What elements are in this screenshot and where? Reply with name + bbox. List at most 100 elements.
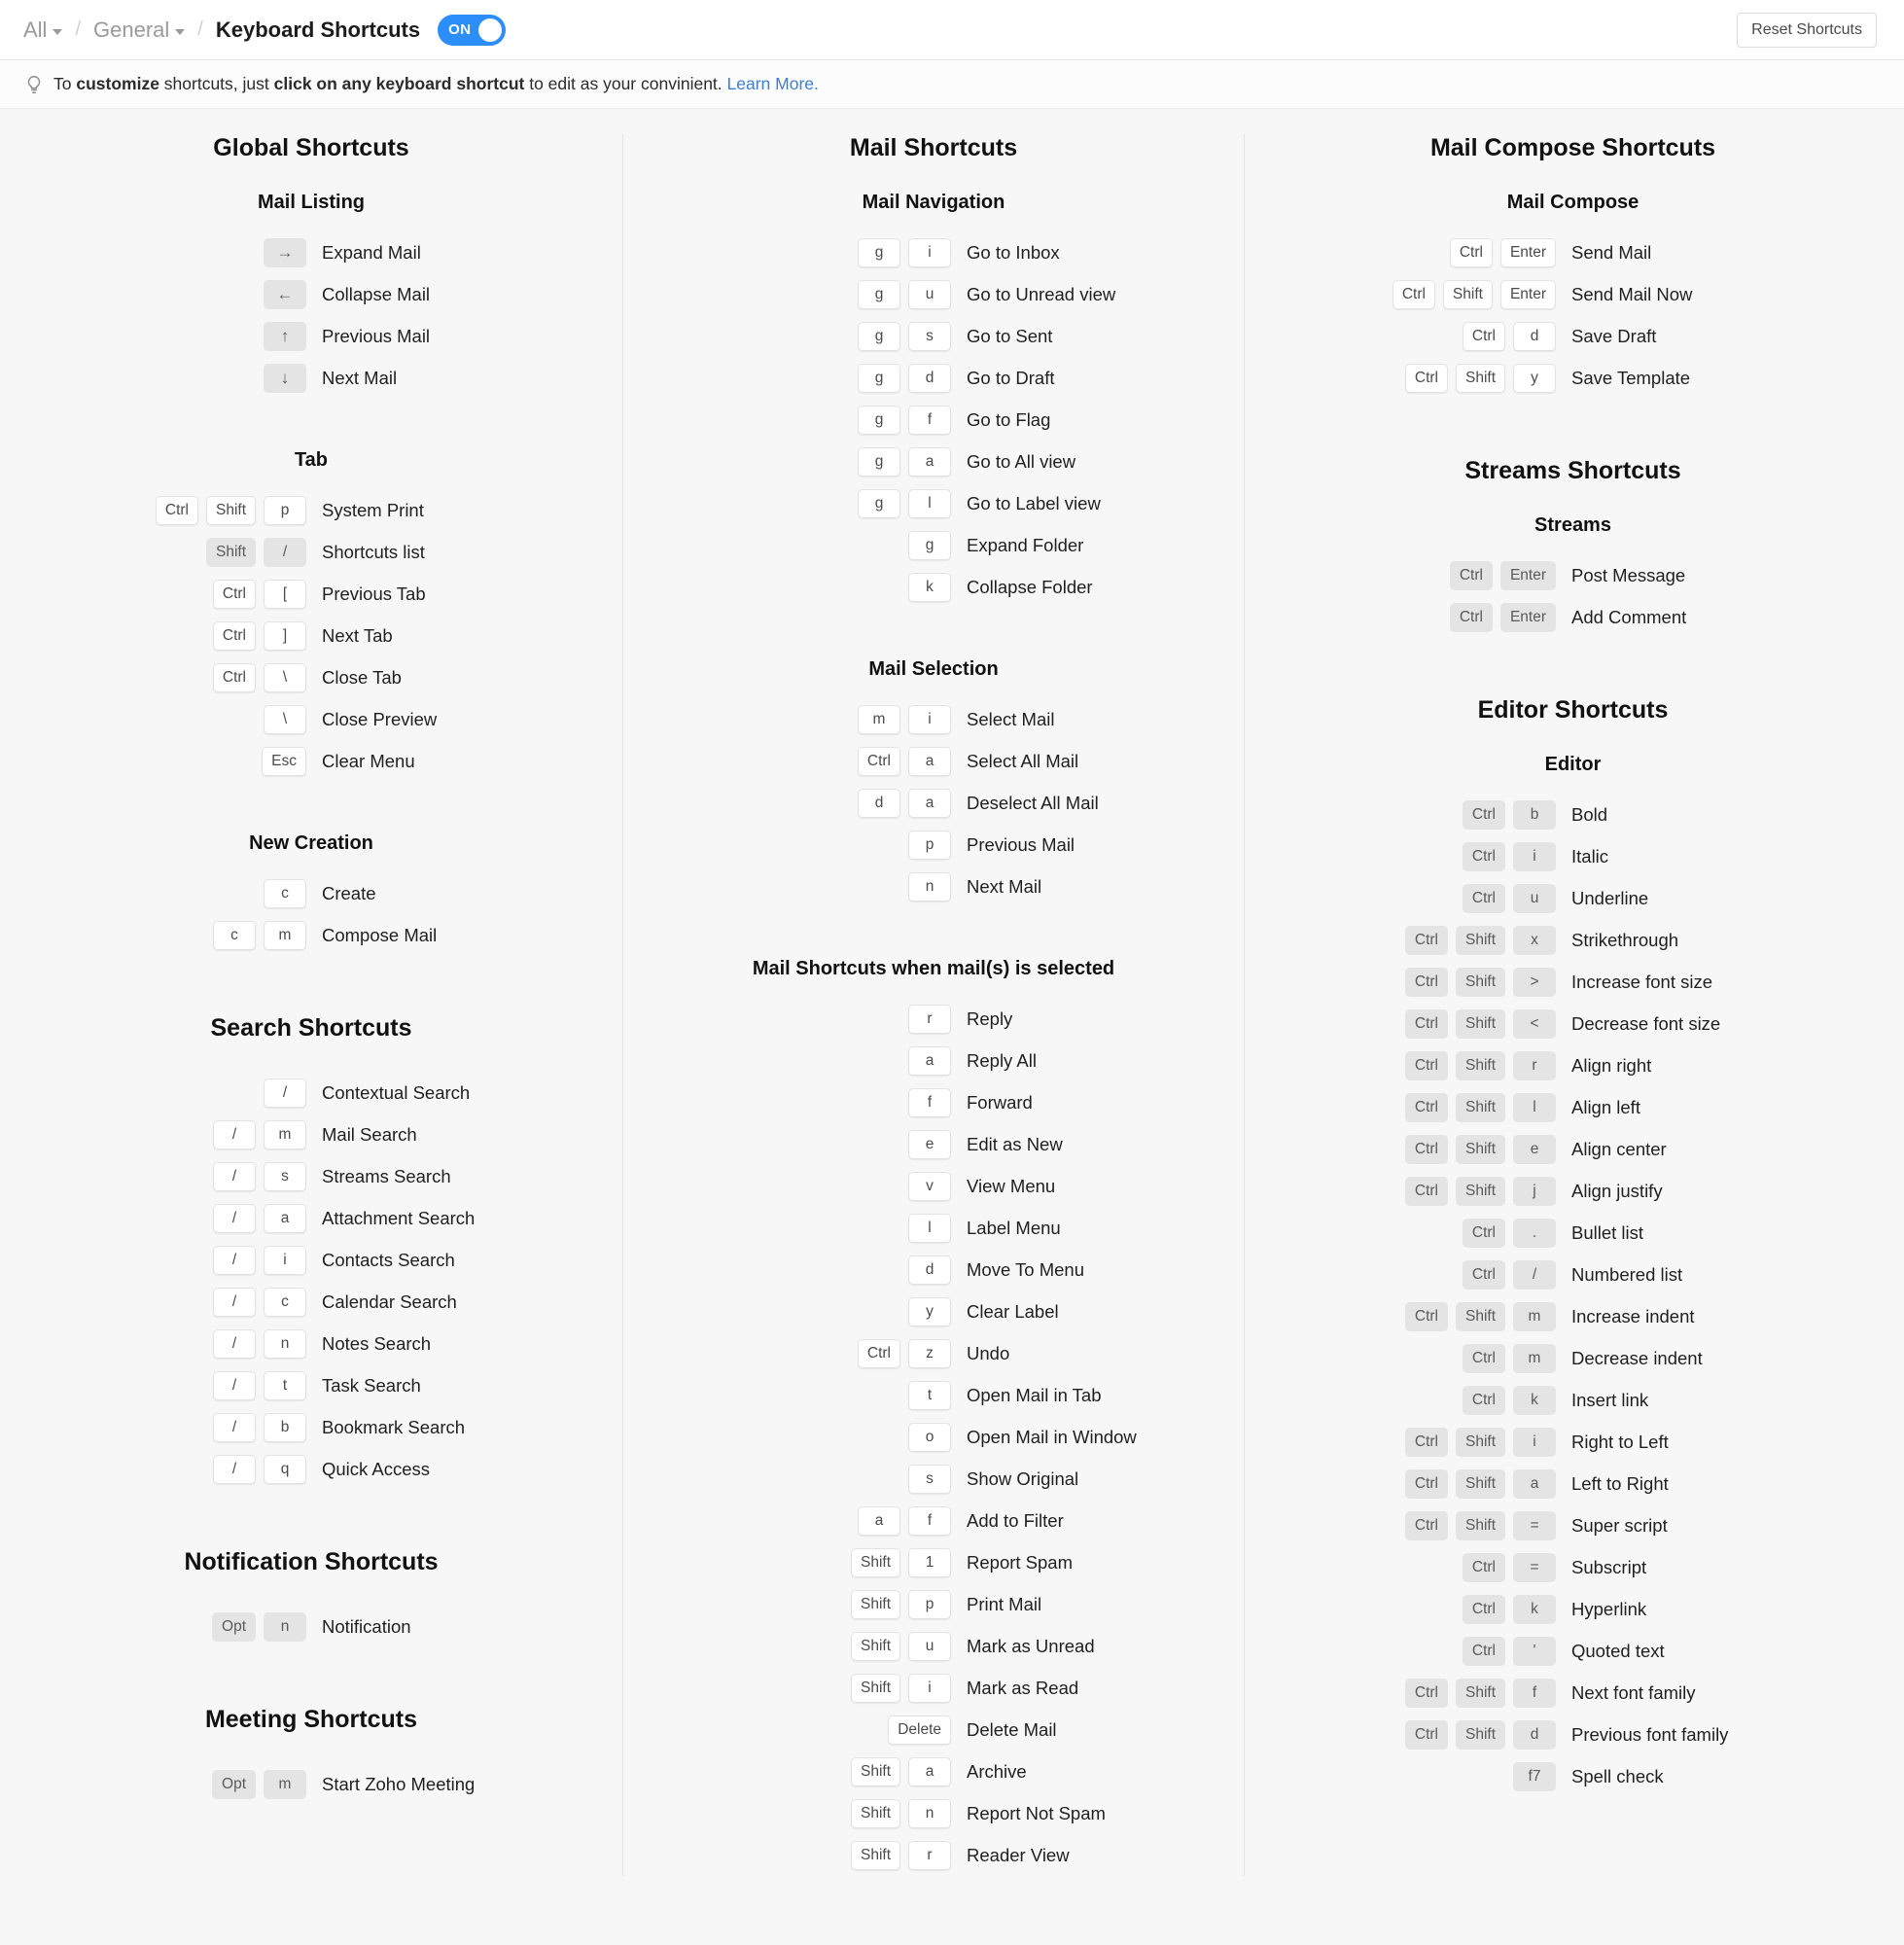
- shortcut-key-combo[interactable]: Ctrl ': [1381, 1636, 1556, 1666]
- shortcut-key[interactable]: Enter: [1499, 602, 1556, 632]
- shortcut-key-combo[interactable]: Ctrl Enter: [1381, 560, 1556, 590]
- shortcut-key-combo[interactable]: / t: [131, 1370, 306, 1400]
- shortcut-key[interactable]: Ctrl: [1404, 1050, 1448, 1080]
- shortcut-key[interactable]: f: [1513, 1678, 1556, 1708]
- shortcut-key[interactable]: Ctrl: [1404, 1719, 1448, 1750]
- shortcut-key[interactable]: f7: [1513, 1761, 1556, 1791]
- shortcut-key[interactable]: Shift: [1455, 1678, 1505, 1708]
- shortcut-key[interactable]: l: [908, 1213, 951, 1243]
- shortcut-key[interactable]: Shift: [205, 495, 256, 525]
- shortcut-key[interactable]: Shift: [1455, 1092, 1505, 1122]
- shortcut-key[interactable]: Enter: [1499, 237, 1556, 267]
- shortcut-key[interactable]: Ctrl: [155, 495, 198, 525]
- shortcut-key-combo[interactable]: e: [795, 1129, 951, 1159]
- shortcut-key[interactable]: 1: [908, 1547, 951, 1577]
- shortcut-key[interactable]: Ctrl: [1462, 841, 1505, 871]
- shortcut-key-combo[interactable]: Ctrl Shift <: [1381, 1008, 1556, 1039]
- shortcut-key[interactable]: e: [908, 1129, 951, 1159]
- shortcut-key[interactable]: Ctrl: [1462, 1218, 1505, 1248]
- shortcut-key[interactable]: a: [858, 1505, 900, 1536]
- shortcut-key-combo[interactable]: Ctrl [: [131, 579, 306, 609]
- shortcut-key[interactable]: Shift: [1442, 279, 1493, 309]
- shortcut-key[interactable]: c: [213, 920, 256, 950]
- learn-more-link[interactable]: Learn More.: [727, 74, 819, 94]
- shortcut-key[interactable]: g: [858, 446, 900, 477]
- shortcut-key[interactable]: n: [908, 1798, 951, 1828]
- shortcut-key[interactable]: f: [908, 1087, 951, 1117]
- shortcut-key[interactable]: d: [1513, 321, 1556, 351]
- shortcut-key-combo[interactable]: Shift u: [795, 1631, 951, 1661]
- shortcut-key[interactable]: y: [1513, 363, 1556, 393]
- shortcut-key[interactable]: Ctrl: [1462, 321, 1505, 351]
- shortcut-key[interactable]: /: [1513, 1259, 1556, 1290]
- shortcut-key-combo[interactable]: Ctrl Shift r: [1381, 1050, 1556, 1080]
- shortcut-key-combo[interactable]: f: [795, 1087, 951, 1117]
- shortcut-key-combo[interactable]: / n: [131, 1328, 306, 1359]
- shortcut-key[interactable]: Ctrl: [1449, 602, 1493, 632]
- shortcut-key[interactable]: Ctrl: [857, 1338, 900, 1368]
- shortcut-key[interactable]: l: [1513, 1092, 1556, 1122]
- shortcut-key[interactable]: Shift: [1455, 363, 1505, 393]
- shortcut-key[interactable]: Ctrl: [1404, 925, 1448, 955]
- shortcut-key[interactable]: [: [264, 579, 306, 609]
- shortcut-key-combo[interactable]: / q: [131, 1454, 306, 1484]
- shortcut-key[interactable]: ': [1513, 1636, 1556, 1666]
- shortcut-key[interactable]: \: [264, 662, 306, 692]
- shortcut-key[interactable]: Shift: [1455, 1134, 1505, 1164]
- shortcut-key[interactable]: Delete: [888, 1715, 951, 1745]
- shortcut-key[interactable]: o: [908, 1422, 951, 1452]
- shortcut-key-combo[interactable]: Ctrl =: [1381, 1552, 1556, 1582]
- shortcut-key[interactable]: n: [908, 871, 951, 902]
- shortcut-key[interactable]: Shift: [850, 1673, 900, 1703]
- shortcut-key[interactable]: i: [1513, 841, 1556, 871]
- shortcut-key[interactable]: Shift: [850, 1589, 900, 1619]
- shortcut-key[interactable]: ←: [264, 279, 306, 309]
- shortcut-key-combo[interactable]: v: [795, 1171, 951, 1201]
- shortcut-key-combo[interactable]: Ctrl k: [1381, 1385, 1556, 1415]
- shortcut-key[interactable]: m: [858, 704, 900, 734]
- shortcut-key-combo[interactable]: Ctrl Enter: [1381, 602, 1556, 632]
- shortcut-key[interactable]: a: [908, 746, 951, 776]
- shortcut-key[interactable]: =: [1513, 1552, 1556, 1582]
- shortcut-key-combo[interactable]: Ctrl Shift l: [1381, 1092, 1556, 1122]
- shortcut-key-combo[interactable]: / s: [131, 1161, 306, 1191]
- shortcut-key[interactable]: b: [1513, 799, 1556, 830]
- shortcut-key-combo[interactable]: k: [795, 572, 951, 602]
- shortcut-key[interactable]: g: [858, 363, 900, 393]
- shortcut-key[interactable]: Shift: [1455, 967, 1505, 997]
- shortcut-key[interactable]: Opt: [212, 1611, 256, 1642]
- shortcut-key[interactable]: g: [858, 279, 900, 309]
- shortcut-key[interactable]: r: [1513, 1050, 1556, 1080]
- shortcut-key[interactable]: Ctrl: [1392, 279, 1435, 309]
- shortcut-key[interactable]: g: [858, 405, 900, 435]
- shortcut-key[interactable]: Ctrl: [1462, 1259, 1505, 1290]
- shortcut-key[interactable]: s: [908, 1464, 951, 1494]
- shortcut-key-combo[interactable]: Ctrl a: [795, 746, 951, 776]
- shortcut-key[interactable]: i: [1513, 1427, 1556, 1457]
- shortcut-key-combo[interactable]: / b: [131, 1412, 306, 1442]
- shortcut-key[interactable]: /: [213, 1328, 256, 1359]
- shortcut-key-combo[interactable]: Ctrl b: [1381, 799, 1556, 830]
- shortcut-key[interactable]: /: [213, 1287, 256, 1317]
- shortcut-key-combo[interactable]: Ctrl m: [1381, 1343, 1556, 1373]
- shortcut-key-combo[interactable]: / m: [131, 1119, 306, 1149]
- shortcut-key[interactable]: Esc: [262, 746, 306, 776]
- shortcut-key[interactable]: /: [213, 1203, 256, 1233]
- shortcut-key[interactable]: Shift: [1455, 1510, 1505, 1540]
- shortcut-key[interactable]: Ctrl: [1462, 1552, 1505, 1582]
- shortcut-key[interactable]: Ctrl: [1404, 1092, 1448, 1122]
- shortcut-key-combo[interactable]: r: [795, 1004, 951, 1034]
- shortcut-key-combo[interactable]: n: [795, 871, 951, 902]
- shortcut-key-combo[interactable]: Esc: [131, 746, 306, 776]
- shortcut-key-combo[interactable]: Shift p: [795, 1589, 951, 1619]
- shortcut-key[interactable]: Ctrl: [1462, 1594, 1505, 1624]
- shortcut-key[interactable]: a: [908, 788, 951, 818]
- shortcut-key-combo[interactable]: Shift n: [795, 1798, 951, 1828]
- shortcut-key[interactable]: u: [908, 279, 951, 309]
- shortcut-key-combo[interactable]: o: [795, 1422, 951, 1452]
- shortcut-key-combo[interactable]: gd: [795, 363, 951, 393]
- shortcut-key-combo[interactable]: / a: [131, 1203, 306, 1233]
- shortcut-key[interactable]: r: [908, 1840, 951, 1870]
- shortcut-key[interactable]: Shift: [850, 1547, 900, 1577]
- shortcut-key-combo[interactable]: / c: [131, 1287, 306, 1317]
